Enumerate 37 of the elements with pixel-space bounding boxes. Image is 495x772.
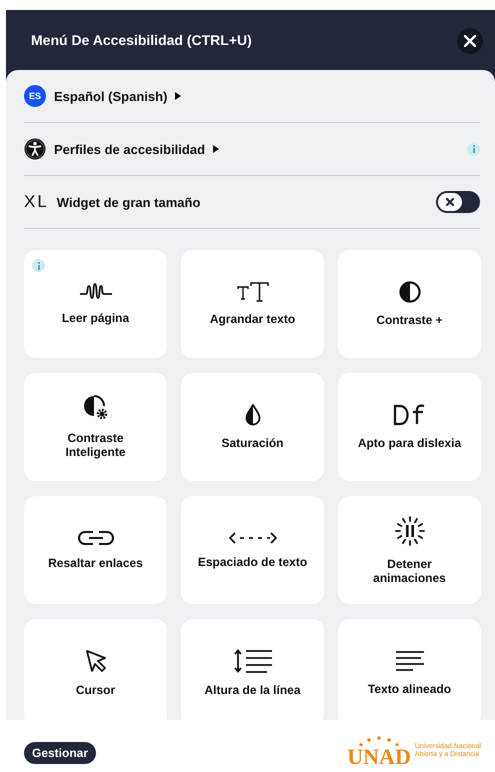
menu-title: Menú De Accesibilidad (CTRL+U) — [31, 32, 253, 48]
language-badge: ES — [24, 85, 46, 107]
accessibility-icon — [24, 138, 46, 160]
pause-spinner-icon — [394, 514, 426, 547]
submenu-button[interactable]: Español (Spanish) — [54, 88, 182, 104]
drop-icon — [244, 404, 260, 426]
xl-label: XL — [24, 192, 49, 212]
sound-wave-icon — [78, 282, 112, 301]
manage-button[interactable]: Gestionar — [24, 742, 96, 764]
dyslexia-font-icon — [392, 404, 426, 426]
feature-tile[interactable]: Cursor — [24, 619, 167, 720]
close-button[interactable] — [457, 28, 483, 54]
feature-tile[interactable]: Resaltar enlaces — [24, 496, 167, 604]
info-icon[interactable] — [32, 259, 45, 272]
x-icon — [445, 197, 455, 207]
close-icon — [464, 35, 476, 47]
feature-tile[interactable]: Espaciado de texto — [181, 496, 324, 604]
submenu-button[interactable]: Perfiles de accesibilidad — [54, 142, 220, 156]
toggle-switch[interactable] — [436, 191, 480, 213]
setting-label: Widget de gran tamaño — [56, 194, 200, 210]
feature-tile[interactable]: Texto alineado — [338, 619, 481, 720]
line-height-icon — [232, 648, 272, 673]
spacing-arrows-icon — [228, 530, 276, 545]
feature-tile[interactable]: Agrandar texto — [181, 250, 324, 358]
feature-tile[interactable]: Contraste + — [338, 250, 481, 358]
link-icon — [78, 530, 114, 546]
align-text-icon — [394, 650, 424, 672]
feature-tile[interactable]: Contraste Inteligente — [24, 373, 167, 481]
feature-tile[interactable]: Saturación — [181, 373, 324, 481]
feature-tile[interactable]: Leer página — [24, 250, 167, 358]
feature-tile[interactable]: Detener animaciones — [338, 496, 481, 604]
contrast-gear-icon — [82, 394, 108, 421]
cursor-icon — [84, 648, 106, 673]
text-size-icon — [236, 282, 268, 302]
feature-tile[interactable]: Altura de la línea — [181, 619, 324, 720]
feature-tile[interactable]: Apto para dislexia — [338, 373, 481, 481]
contrast-icon — [398, 280, 420, 303]
